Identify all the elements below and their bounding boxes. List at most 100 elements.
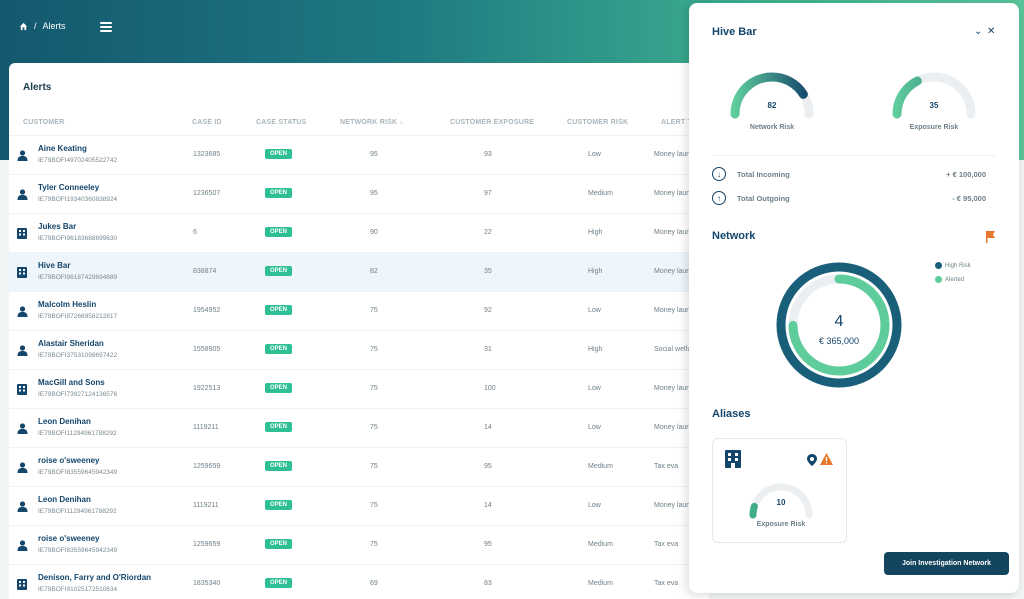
aliases-title: Aliases	[712, 408, 751, 420]
customer-risk: Low	[588, 502, 601, 509]
total-outgoing-label: Total Outgoing	[737, 194, 790, 203]
network-risk: 75	[370, 541, 378, 548]
case-id: 1236507	[193, 190, 221, 197]
table-row[interactable]: Hive Bar IE79BOFI96187429694889 838874 OPEN…	[9, 252, 709, 291]
customer-account: IE79BOFI91025172510634	[38, 586, 118, 593]
customer-risk: Medium	[588, 463, 613, 470]
alias-exposure-label: Exposure Risk	[756, 521, 806, 528]
customer-name[interactable]: Aine Keating	[38, 144, 87, 153]
customer-risk: Medium	[588, 541, 613, 548]
customer-exposure: 93	[484, 151, 492, 158]
customer-name[interactable]: Leon Denihan	[38, 495, 91, 504]
total-incoming-row: ↓ Total Incoming + € 100,000	[712, 167, 996, 183]
network-risk: 75	[370, 385, 378, 392]
customer-account: IE79BOFI87266958212817	[38, 313, 118, 320]
customer-account: IE79BOFI96183688699630	[38, 235, 118, 242]
person-icon	[17, 150, 28, 163]
customer-exposure: 22	[484, 229, 492, 236]
case-id: 6	[193, 229, 197, 236]
total-outgoing-row: ↑ Total Outgoing - € 95,000	[712, 191, 996, 207]
col-case-status[interactable]: CASE STATUS	[256, 119, 307, 126]
col-network-risk[interactable]: NETWORK RISK ↓	[340, 119, 403, 126]
status-badge: OPEN	[265, 383, 293, 393]
col-customer-risk[interactable]: CUSTOMER RISK	[567, 119, 628, 126]
legend-label-alerted: Alerted	[945, 276, 965, 283]
network-risk: 95	[370, 151, 378, 158]
alert-type: Money laun	[654, 502, 691, 509]
customer-name[interactable]: Malcolm Heslin	[38, 300, 96, 309]
customer-risk: Low	[588, 307, 601, 314]
table-row[interactable]: Aine Keating IE79BOFI49702405522742 132368…	[9, 135, 709, 174]
table-row[interactable]: Leon Denihan IE79BOFI11294961788292 111921…	[9, 408, 709, 447]
warning-icon	[820, 452, 833, 470]
chevron-down-icon[interactable]: ⌄	[974, 26, 982, 37]
customer-exposure: 97	[484, 190, 492, 197]
network-risk-gauge: 82 Network Risk	[727, 69, 817, 139]
network-risk-value: 82	[767, 101, 777, 110]
status-badge: OPEN	[265, 149, 293, 159]
customer-name[interactable]: Alastair Sheridan	[38, 339, 104, 348]
col-customer-exposure[interactable]: CUSTOMER EXPOSURE	[450, 119, 534, 126]
table-row[interactable]: Alastair Sheridan IE79BOFI37531098697422 1…	[9, 330, 709, 369]
customer-name[interactable]: roise o'sweeney	[38, 456, 100, 465]
status-badge: OPEN	[265, 188, 293, 198]
customer-name[interactable]: Jukes Bar	[38, 222, 76, 231]
customer-risk: Medium	[588, 190, 613, 197]
customer-name[interactable]: Hive Bar	[38, 261, 70, 270]
home-icon[interactable]	[19, 22, 28, 31]
customer-account: IE79BOFI19340360838924	[38, 196, 118, 203]
status-badge: OPEN	[265, 578, 293, 588]
building-icon	[17, 384, 27, 397]
case-id: 1119211	[193, 502, 219, 509]
customer-name[interactable]: roise o'sweeney	[38, 534, 100, 543]
flag-icon[interactable]	[985, 230, 996, 248]
customer-name[interactable]: MacGill and Sons	[38, 378, 105, 387]
sort-down-icon[interactable]: ↓	[399, 119, 403, 126]
network-count: 4	[834, 313, 844, 330]
case-id: 1558905	[193, 346, 221, 353]
table-row[interactable]: Malcolm Heslin IE79BOFI87266958212817 1954…	[9, 291, 709, 330]
close-icon[interactable]: ✕	[987, 26, 995, 37]
col-customer[interactable]: CUSTOMER	[23, 119, 65, 126]
hamburger-menu-icon[interactable]	[100, 20, 112, 34]
alert-type: Money laun	[654, 385, 691, 392]
building-icon	[17, 579, 27, 592]
legend-dot-alerted	[935, 276, 942, 283]
customer-name[interactable]: Denison, Farry and O'Riordan	[38, 573, 151, 582]
total-incoming-value: + € 100,000	[946, 170, 986, 179]
network-risk: 82	[370, 268, 378, 275]
customer-exposure: 31	[484, 346, 492, 353]
customer-exposure: 14	[484, 424, 492, 431]
total-outgoing-value: - € 95,000	[952, 194, 986, 203]
col-alert-type[interactable]: ALERT T	[661, 119, 692, 126]
table-row[interactable]: Tyler Conneeley IE79BOFI19340360838924 123…	[9, 174, 709, 213]
customer-account: IE79BOFI37531098697422	[38, 352, 118, 359]
table-row[interactable]: Jukes Bar IE79BOFI96183688699630 6 OPEN 90 22…	[9, 213, 709, 252]
alias-exposure-value: 10	[776, 498, 786, 507]
breadcrumb-current[interactable]: Alerts	[43, 21, 66, 31]
person-icon	[17, 423, 28, 436]
alert-type: Social welfa	[654, 346, 692, 353]
table-row[interactable]: roise o'sweeney IE79BOFI83559645942349 125…	[9, 447, 709, 486]
building-icon	[17, 228, 27, 241]
table-row[interactable]: Leon Denihan IE79BOFI11294961788292 111921…	[9, 486, 709, 525]
table-row[interactable]: roise o'sweeney IE79BOFI83559645942349 125…	[9, 525, 709, 564]
case-id: 1954952	[193, 307, 221, 314]
network-amount: € 365,000	[818, 336, 860, 346]
table-row[interactable]: Denison, Farry and O'Riordan IE79BOFI9102…	[9, 564, 709, 599]
customer-name[interactable]: Tyler Conneeley	[38, 183, 99, 192]
table-row[interactable]: MacGill and Sons IE79BOFI73927124136576 19…	[9, 369, 709, 408]
customer-risk: High	[588, 229, 603, 236]
legend-dot-high-risk	[935, 262, 942, 269]
legend-alerted: Alerted	[935, 276, 964, 283]
join-investigation-network-button[interactable]: Join Investigation Network	[884, 552, 1009, 575]
customer-account: IE79BOFI96187429694889	[38, 274, 118, 281]
case-id: 838874	[193, 268, 217, 275]
panel-title: Hive Bar	[712, 26, 757, 38]
customer-exposure: 100	[484, 385, 496, 392]
customer-name[interactable]: Leon Denihan	[38, 417, 91, 426]
status-badge: OPEN	[265, 305, 293, 315]
status-badge: OPEN	[265, 500, 293, 510]
alias-card[interactable]: 10 Exposure Risk	[712, 438, 847, 543]
col-case-id[interactable]: CASE ID	[192, 119, 222, 126]
